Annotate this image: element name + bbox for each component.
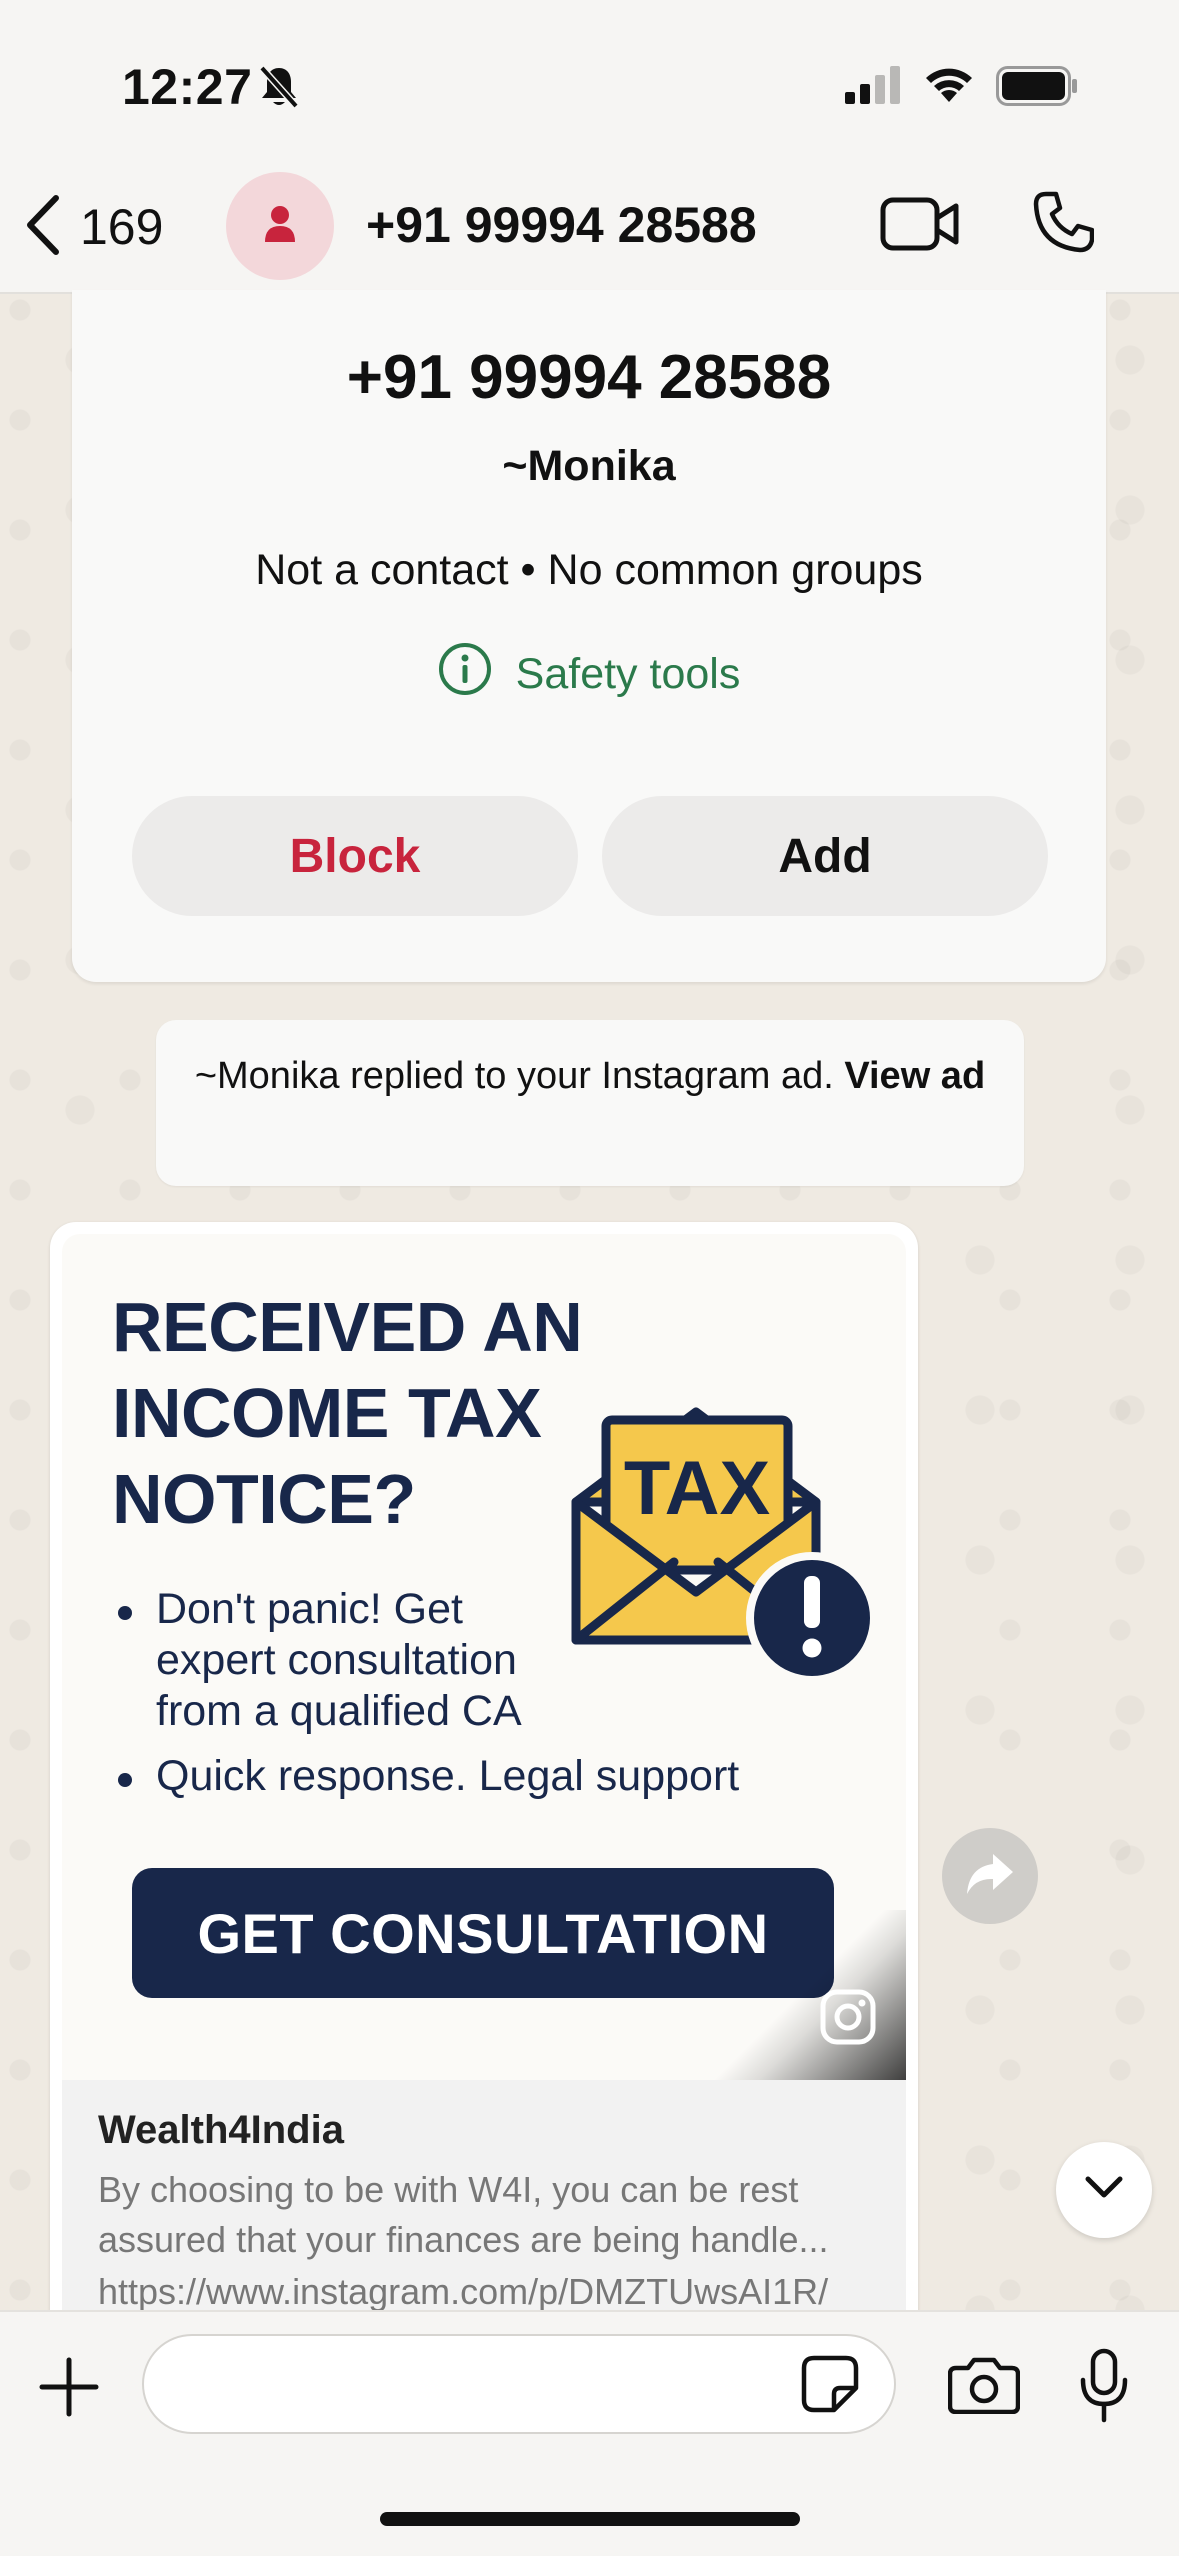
forward-button[interactable] — [942, 1828, 1038, 1924]
person-icon — [263, 204, 297, 249]
microphone-button[interactable] — [1078, 2348, 1130, 2429]
contact-push-name: ~Monika — [502, 442, 676, 490]
camera-button[interactable] — [947, 2356, 1021, 2419]
sticker-icon — [801, 2355, 859, 2413]
instagram-icon — [820, 1989, 876, 2050]
phone-icon — [1033, 191, 1095, 253]
cellular-signal-icon — [845, 66, 903, 109]
avatar[interactable] — [226, 172, 334, 280]
ad-brand-name: Wealth4India — [98, 2108, 344, 2152]
ad-link-preview[interactable]: Wealth4India By choosing to be with W4I,… — [62, 2080, 906, 2342]
ad-bullet: Quick response. Legal support — [112, 1751, 872, 1802]
chat-title[interactable]: +91 99994 28588 — [366, 196, 757, 254]
view-ad-link[interactable]: View ad — [844, 1055, 985, 1097]
message-input[interactable] — [142, 2334, 896, 2434]
chevron-left-icon — [22, 194, 62, 261]
ad-image[interactable]: RECEIVED AN INCOME TAX NOTICE? TAX Don't… — [62, 1234, 906, 2080]
home-indicator — [380, 2512, 800, 2526]
video-camera-icon — [880, 197, 959, 251]
image-corner-shade — [706, 1910, 906, 2080]
sticker-button[interactable] — [800, 2354, 860, 2419]
forward-icon — [965, 1852, 1015, 1901]
ad-bullet-list: Don't panic! Get expert consultation fro… — [112, 1584, 872, 1816]
chat-header: 169 +91 99994 28588 — [0, 160, 1179, 294]
contact-phone: +91 99994 28588 — [346, 343, 832, 412]
plus-icon — [39, 2357, 99, 2417]
camera-icon — [947, 2357, 1021, 2415]
ad-bullet: Don't panic! Get expert consultation fro… — [112, 1584, 582, 1737]
ad-reply-notice-text: ~Monika replied to your Instagram ad. — [194, 1055, 845, 1097]
wifi-icon — [922, 62, 976, 109]
microphone-icon — [1080, 2348, 1128, 2423]
scroll-to-bottom-button[interactable] — [1056, 2142, 1152, 2238]
ad-message-bubble[interactable]: RECEIVED AN INCOME TAX NOTICE? TAX Don't… — [50, 1222, 918, 2342]
voice-call-button[interactable] — [1032, 190, 1095, 259]
unread-count: 169 — [80, 199, 164, 255]
safety-tools-link[interactable]: Safety tools — [72, 642, 1106, 707]
video-call-button[interactable] — [880, 196, 960, 257]
chevron-down-icon — [1084, 2175, 1124, 2206]
ad-description: By choosing to be with W4I, you can be r… — [98, 2169, 829, 2260]
back-button[interactable]: 169 — [22, 192, 163, 262]
envelope-text: TAX — [624, 1446, 771, 1531]
status-time: 12:27 — [122, 59, 253, 115]
status-bar: 12:27 — [0, 0, 1179, 160]
ad-headline: RECEIVED AN INCOME TAX NOTICE? — [112, 1288, 583, 1538]
contact-meta: Not a contact • No common groups — [255, 546, 923, 594]
message-composer — [0, 2310, 1179, 2556]
add-contact-button[interactable]: Add — [602, 796, 1048, 916]
safety-tools-label: Safety tools — [515, 650, 741, 698]
contact-info-card: +91 99994 28588 ~Monika Not a contact • … — [72, 290, 1106, 982]
attach-button[interactable] — [38, 2356, 100, 2423]
ad-reply-notice: ~Monika replied to your Instagram ad. Vi… — [156, 1020, 1024, 1186]
block-button[interactable]: Block — [132, 796, 578, 916]
battery-icon — [996, 66, 1078, 111]
info-circle-icon — [438, 642, 492, 707]
bell-slash-icon — [258, 64, 300, 115]
